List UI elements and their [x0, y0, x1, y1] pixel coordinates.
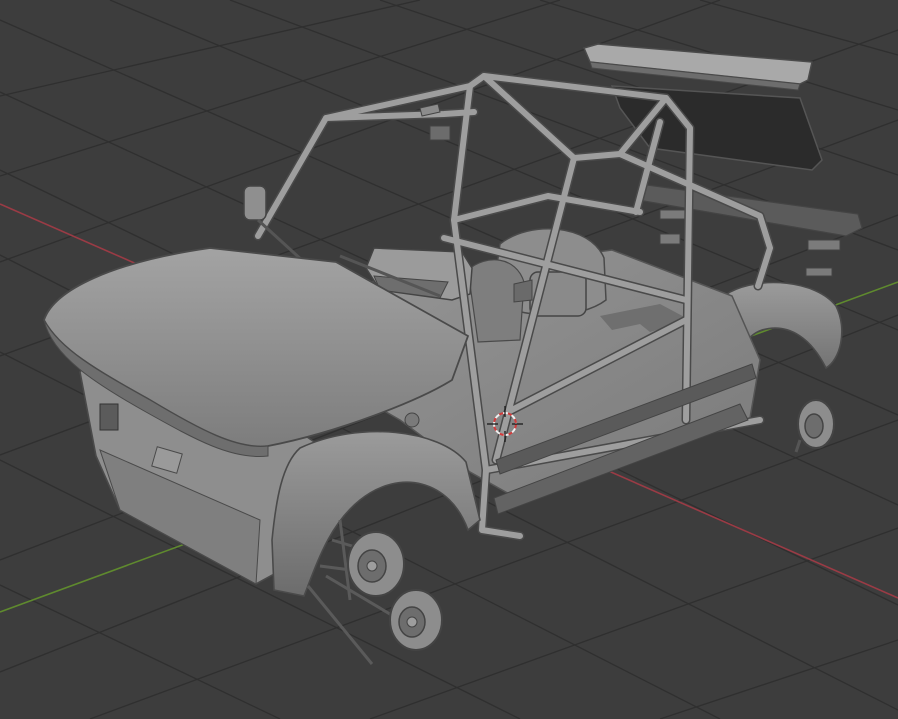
strut-top: [404, 412, 420, 428]
front-wheel-hub-lower: [389, 589, 443, 651]
3d-viewport[interactable]: [0, 0, 898, 719]
front-wheel-hub-upper: [347, 531, 405, 597]
